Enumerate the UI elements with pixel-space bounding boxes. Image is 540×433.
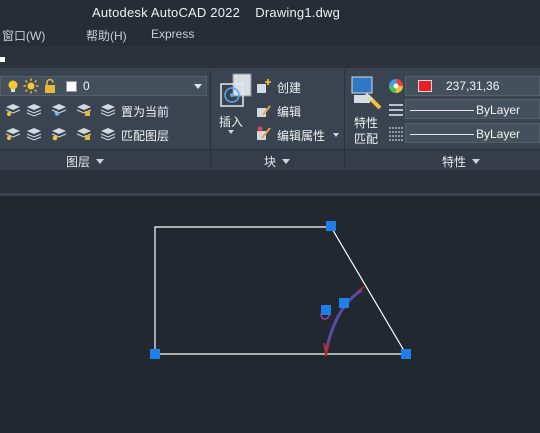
unlock-icon xyxy=(45,78,55,93)
trapezoid-shape[interactable] xyxy=(154,226,408,355)
layer-unlock-icon[interactable] xyxy=(76,125,92,141)
current-layer-name: 0 xyxy=(83,79,90,93)
color-dropdown[interactable]: 237,31,36 xyxy=(405,76,540,96)
tab-marker xyxy=(0,57,5,62)
grip-top-right[interactable] xyxy=(326,221,336,231)
match-layer-icon[interactable] xyxy=(100,125,116,141)
layer-lock-icon[interactable] xyxy=(76,101,92,117)
color-swatch xyxy=(418,80,432,92)
layer-on-icon[interactable] xyxy=(5,125,21,141)
layers-panel: 0 ✱ 置为当前 匹配图层 图层 xyxy=(0,68,210,170)
menu-bar: 窗口(W) 帮助(H) Express xyxy=(0,24,540,46)
ribbon: 0 ✱ 置为当前 匹配图层 图层 插入 创建 编辑 编辑属性 块 特性 匹配 2… xyxy=(0,68,540,170)
linetype-icon xyxy=(389,104,403,116)
layer-off-icon[interactable] xyxy=(5,101,21,117)
properties-panel: 特性 匹配 237,31,36 ByLayer ByLayer 特性 xyxy=(345,68,540,170)
linetype-value: ByLayer xyxy=(476,103,521,117)
layer-unisolate-icon[interactable] xyxy=(26,125,42,141)
layers-panel-footer[interactable]: 图层 xyxy=(0,149,210,170)
menu-express[interactable]: Express xyxy=(151,27,194,41)
title-bar: Autodesk AutoCAD 2022 Drawing1.dwg xyxy=(0,0,540,24)
insert-button[interactable]: 插入 xyxy=(219,113,243,130)
match-properties-icon[interactable] xyxy=(350,74,384,110)
color-wheel-icon xyxy=(389,79,403,93)
match-layer-button[interactable]: 匹配图层 xyxy=(121,127,169,144)
create-block-icon xyxy=(257,79,271,93)
properties-panel-title: 特性 xyxy=(442,153,480,170)
block-panel-title: 块 xyxy=(264,153,290,170)
edit-block-button[interactable]: 编辑 xyxy=(277,103,301,120)
window-title: Autodesk AutoCAD 2022 Drawing1.dwg xyxy=(92,5,341,20)
linetype-dropdown[interactable]: ByLayer xyxy=(405,99,540,119)
grip-bottom-right[interactable] xyxy=(401,349,411,359)
arc-tip xyxy=(323,286,365,357)
drawing-svg[interactable] xyxy=(0,196,540,433)
lineweight-dropdown[interactable]: ByLayer xyxy=(405,123,540,143)
layer-dropdown[interactable]: 0 xyxy=(0,76,207,96)
svg-text:✱: ✱ xyxy=(54,110,60,117)
insert-block-icon[interactable] xyxy=(217,72,255,112)
layers-panel-title: 图层 xyxy=(66,153,104,170)
set-current-icon[interactable] xyxy=(100,101,116,117)
menu-help[interactable]: 帮助(H) xyxy=(86,27,127,44)
edit-attributes-button[interactable]: 编辑属性 xyxy=(277,127,325,144)
edit-attributes-chevron-icon[interactable] xyxy=(333,133,339,137)
layer-thaw-icon[interactable] xyxy=(51,125,67,141)
edit-block-icon xyxy=(257,105,271,117)
block-panel: 插入 创建 编辑 编辑属性 块 xyxy=(211,68,344,170)
drawing-canvas[interactable] xyxy=(0,193,540,433)
lineweight-icon xyxy=(389,127,403,141)
layer-isolate-icon[interactable] xyxy=(26,101,42,117)
insert-chevron-icon[interactable] xyxy=(228,130,234,134)
menu-window[interactable]: 窗口(W) xyxy=(2,27,45,44)
file-tab-area xyxy=(0,170,540,193)
grip-arc-mid[interactable] xyxy=(339,298,349,308)
set-current-button[interactable]: 置为当前 xyxy=(121,103,169,120)
block-panel-footer[interactable]: 块 xyxy=(211,149,344,170)
properties-panel-footer[interactable]: 特性 xyxy=(345,149,540,170)
bulb-on-icon xyxy=(8,80,18,92)
sun-icon xyxy=(23,78,39,94)
chevron-down-icon xyxy=(194,84,202,89)
edit-attributes-icon xyxy=(257,126,271,140)
lineweight-value: ByLayer xyxy=(476,127,521,141)
grip-bottom-left[interactable] xyxy=(150,349,160,359)
layer-color-swatch xyxy=(66,81,77,92)
layer-freeze-icon[interactable]: ✱ xyxy=(51,101,67,117)
grip-arc-center[interactable] xyxy=(321,305,331,315)
ribbon-tab-strip xyxy=(0,46,540,69)
match-properties-label-1[interactable]: 特性 xyxy=(354,114,378,131)
lineweight-preview xyxy=(410,134,474,135)
match-properties-label-2[interactable]: 匹配 xyxy=(354,130,378,147)
color-value: 237,31,36 xyxy=(446,79,500,93)
create-block-button[interactable]: 创建 xyxy=(277,79,301,96)
linetype-preview xyxy=(410,110,474,111)
